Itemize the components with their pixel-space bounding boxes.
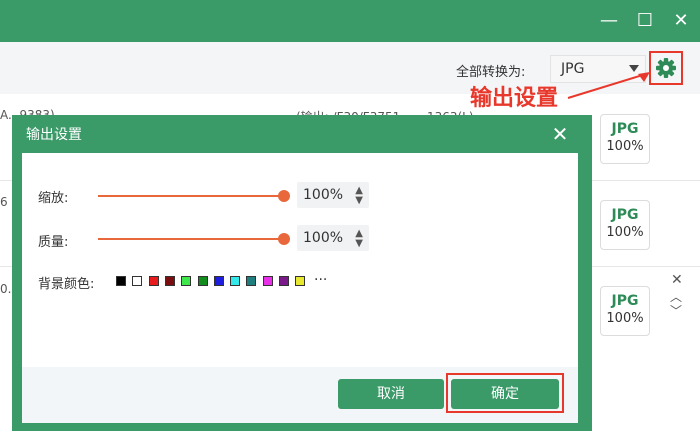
row-2-name: 6	[0, 195, 8, 209]
row-3-format: JPG	[611, 293, 639, 309]
row-2-format: JPG	[611, 207, 639, 223]
quality-value: 100%	[303, 230, 344, 246]
row-1-percent: 100%	[606, 139, 644, 154]
row-2-percent: 100%	[606, 225, 644, 240]
color-swatch[interactable]	[262, 276, 273, 286]
color-swatch[interactable]	[148, 276, 159, 286]
row-1-format-badge[interactable]: JPG 100%	[600, 114, 650, 164]
title-bar	[0, 0, 700, 42]
color-swatch[interactable]	[181, 276, 192, 286]
color-swatch[interactable]	[213, 276, 224, 286]
color-swatch[interactable]	[164, 276, 175, 286]
color-swatch[interactable]	[295, 276, 306, 286]
annotation-label: 输出设置	[470, 86, 559, 111]
row-3-remove-icon[interactable]: ✕	[671, 272, 683, 288]
color-swatch[interactable]	[116, 276, 126, 286]
more-colors-icon[interactable]: ···	[314, 272, 327, 288]
scale-label: 缩放:	[38, 191, 69, 206]
chevron-down-icon[interactable]: ▼	[355, 195, 363, 206]
convert-all-label: 全部转换为:	[456, 65, 526, 80]
row-3-move-down-icon[interactable]: ﹀	[670, 302, 682, 319]
dialog-title: 输出设置	[26, 127, 82, 143]
color-swatch[interactable]	[132, 276, 143, 286]
window-close-button[interactable]: ✕	[670, 10, 692, 32]
row-3-name: 0.	[0, 282, 12, 296]
bgcolor-label: 背景颜色:	[38, 277, 95, 292]
annotation-arrow	[567, 72, 650, 99]
quality-slider-handle[interactable]	[278, 233, 290, 245]
color-swatch[interactable]	[279, 276, 289, 286]
dialog-close-icon[interactable]: ✕	[548, 122, 572, 146]
scale-slider-track[interactable]	[98, 195, 284, 197]
cancel-button[interactable]: 取消	[338, 379, 444, 409]
quality-stepper[interactable]: 100% ▲ ▼	[297, 225, 369, 251]
color-swatch[interactable]	[246, 276, 257, 286]
scale-slider-handle[interactable]	[278, 190, 290, 202]
scale-stepper[interactable]: 100% ▲ ▼	[297, 182, 369, 208]
scale-value: 100%	[303, 187, 344, 203]
ok-button[interactable]: 确定	[451, 379, 559, 409]
maximize-button[interactable]: ☐	[634, 10, 656, 32]
row-3-format-badge[interactable]: JPG 100%	[600, 286, 650, 336]
quality-slider-track[interactable]	[98, 238, 284, 240]
color-swatch[interactable]	[230, 276, 241, 286]
color-swatch[interactable]	[197, 276, 208, 286]
row-1-format: JPG	[611, 121, 639, 137]
row-2-format-badge[interactable]: JPG 100%	[600, 200, 650, 250]
chevron-down-icon[interactable]: ▼	[355, 238, 363, 249]
quality-label: 质量:	[38, 235, 69, 250]
minimize-button[interactable]: —	[598, 10, 620, 32]
row-3-percent: 100%	[606, 311, 644, 326]
